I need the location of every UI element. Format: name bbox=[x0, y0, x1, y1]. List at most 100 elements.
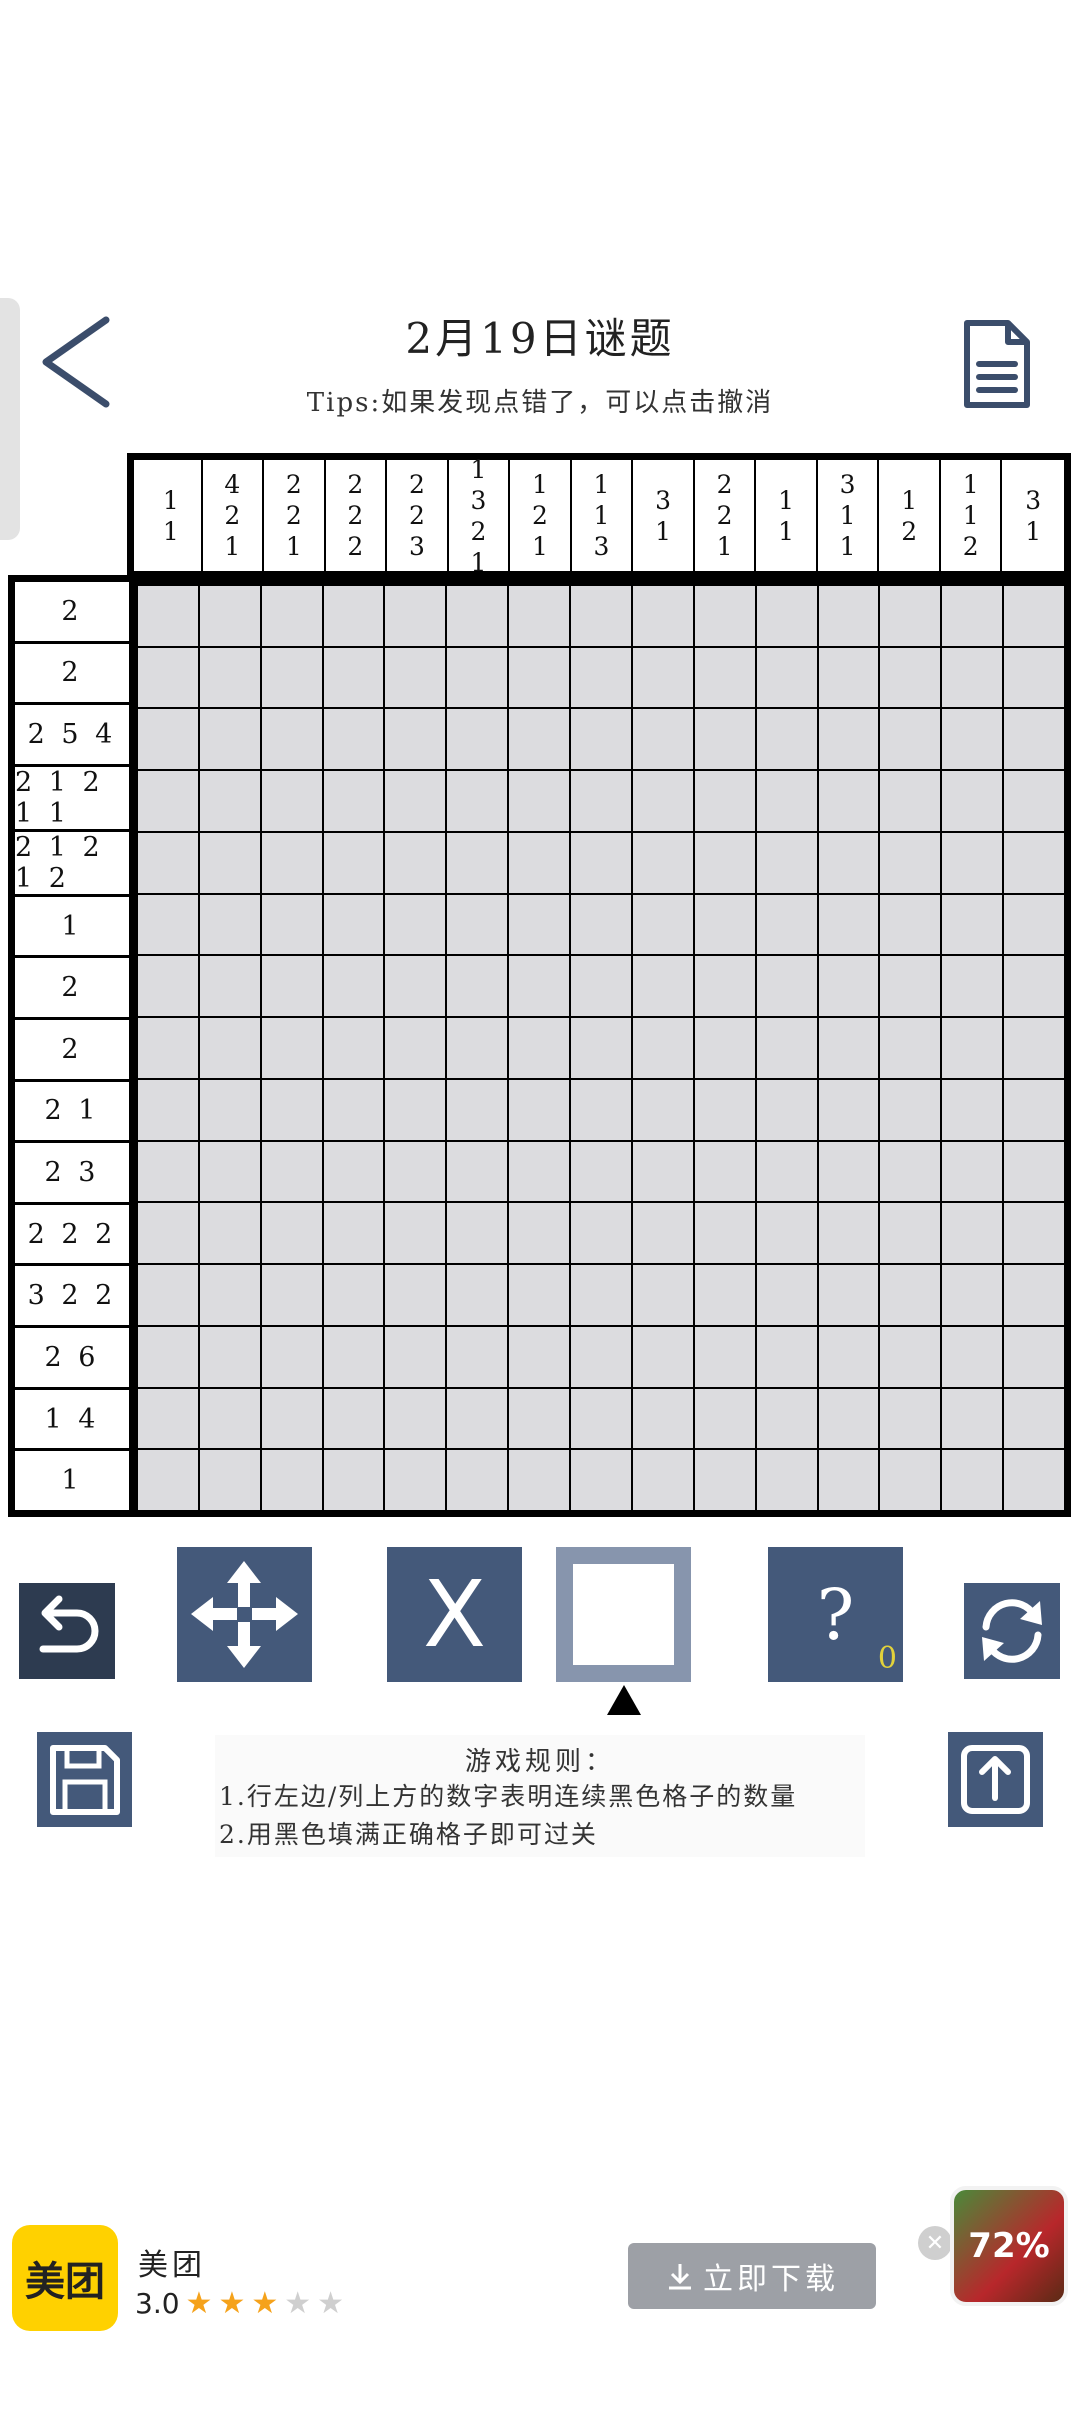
grid-cell[interactable] bbox=[385, 647, 446, 708]
grid-cell[interactable] bbox=[447, 1141, 508, 1202]
grid-cell[interactable] bbox=[199, 1141, 260, 1202]
grid-cell[interactable] bbox=[632, 647, 693, 708]
grid-cell[interactable] bbox=[447, 1326, 508, 1387]
grid-cell[interactable] bbox=[632, 1450, 693, 1510]
grid-cell[interactable] bbox=[261, 894, 322, 955]
grid-cell[interactable] bbox=[880, 832, 941, 893]
grid-cell[interactable] bbox=[199, 709, 260, 770]
grid-cell[interactable] bbox=[1004, 1388, 1064, 1449]
grid-cell[interactable] bbox=[261, 586, 322, 646]
hint-button[interactable]: ? 0 bbox=[768, 1547, 903, 1682]
grid-cell[interactable] bbox=[323, 586, 384, 646]
grid-cell[interactable] bbox=[942, 1388, 1003, 1449]
grid-cell[interactable] bbox=[447, 586, 508, 646]
grid-cell[interactable] bbox=[509, 1079, 570, 1140]
grid-cell[interactable] bbox=[138, 1203, 198, 1264]
grid-cell[interactable] bbox=[447, 709, 508, 770]
grid-cell[interactable] bbox=[509, 709, 570, 770]
grid-cell[interactable] bbox=[632, 1203, 693, 1264]
grid-cell[interactable] bbox=[509, 956, 570, 1017]
grid-cell[interactable] bbox=[509, 1018, 570, 1078]
grid-cell[interactable] bbox=[447, 1450, 508, 1510]
grid-cell[interactable] bbox=[261, 1326, 322, 1387]
grid-cell[interactable] bbox=[571, 956, 631, 1017]
grid-cell[interactable] bbox=[199, 894, 260, 955]
grid-cell[interactable] bbox=[323, 1326, 384, 1387]
cross-mark-button[interactable]: X bbox=[387, 1547, 522, 1682]
grid-cell[interactable] bbox=[1004, 1079, 1064, 1140]
grid-cell[interactable] bbox=[632, 771, 693, 831]
grid-cell[interactable] bbox=[1004, 1203, 1064, 1264]
grid-cell[interactable] bbox=[385, 586, 446, 646]
grid-cell[interactable] bbox=[942, 1450, 1003, 1510]
grid-cell[interactable] bbox=[199, 1018, 260, 1078]
grid-cell[interactable] bbox=[447, 1203, 508, 1264]
grid-cell[interactable] bbox=[571, 1388, 631, 1449]
grid-cell[interactable] bbox=[385, 1388, 446, 1449]
grid-cell[interactable] bbox=[942, 1141, 1003, 1202]
grid-cell[interactable] bbox=[756, 1203, 817, 1264]
grid-cell[interactable] bbox=[509, 894, 570, 955]
grid-cell[interactable] bbox=[880, 1265, 941, 1325]
grid-cell[interactable] bbox=[447, 647, 508, 708]
grid-cell[interactable] bbox=[323, 1018, 384, 1078]
grid-cell[interactable] bbox=[1004, 586, 1064, 646]
grid-cell[interactable] bbox=[138, 832, 198, 893]
grid-cell[interactable] bbox=[632, 1326, 693, 1387]
grid-cell[interactable] bbox=[199, 1079, 260, 1140]
grid-cell[interactable] bbox=[385, 1141, 446, 1202]
grid-cell[interactable] bbox=[694, 1079, 755, 1140]
grid-cell[interactable] bbox=[632, 894, 693, 955]
grid-cell[interactable] bbox=[509, 1450, 570, 1510]
grid-cell[interactable] bbox=[942, 1079, 1003, 1140]
grid-cell[interactable] bbox=[756, 1326, 817, 1387]
grid-cell[interactable] bbox=[323, 1265, 384, 1325]
grid-cell[interactable] bbox=[756, 1450, 817, 1510]
grid-cell[interactable] bbox=[323, 956, 384, 1017]
grid-cell[interactable] bbox=[818, 647, 879, 708]
grid-cell[interactable] bbox=[694, 1450, 755, 1510]
grid-cell[interactable] bbox=[942, 586, 1003, 646]
grid-cell[interactable] bbox=[199, 1450, 260, 1510]
grid-cell[interactable] bbox=[138, 1079, 198, 1140]
grid-cell[interactable] bbox=[447, 1388, 508, 1449]
share-button[interactable] bbox=[948, 1732, 1043, 1827]
save-button[interactable] bbox=[37, 1732, 132, 1827]
grid-cell[interactable] bbox=[571, 832, 631, 893]
grid-cell[interactable] bbox=[199, 771, 260, 831]
grid-cell[interactable] bbox=[199, 1326, 260, 1387]
grid-cell[interactable] bbox=[818, 1079, 879, 1140]
grid-cell[interactable] bbox=[385, 1450, 446, 1510]
grid-cell[interactable] bbox=[261, 1018, 322, 1078]
grid-cell[interactable] bbox=[261, 647, 322, 708]
grid-cell[interactable] bbox=[385, 832, 446, 893]
grid-cell[interactable] bbox=[880, 956, 941, 1017]
grid-cell[interactable] bbox=[694, 1326, 755, 1387]
grid-cell[interactable] bbox=[756, 771, 817, 831]
grid-cell[interactable] bbox=[694, 771, 755, 831]
grid-cell[interactable] bbox=[199, 1203, 260, 1264]
grid-cell[interactable] bbox=[509, 1326, 570, 1387]
grid-cell[interactable] bbox=[138, 647, 198, 708]
puzzle-grid[interactable] bbox=[136, 579, 1071, 1517]
grid-cell[interactable] bbox=[694, 586, 755, 646]
grid-cell[interactable] bbox=[323, 709, 384, 770]
grid-cell[interactable] bbox=[942, 832, 1003, 893]
grid-cell[interactable] bbox=[694, 894, 755, 955]
grid-cell[interactable] bbox=[261, 1265, 322, 1325]
grid-cell[interactable] bbox=[756, 1388, 817, 1449]
grid-cell[interactable] bbox=[756, 956, 817, 1017]
grid-cell[interactable] bbox=[756, 586, 817, 646]
grid-cell[interactable] bbox=[632, 586, 693, 646]
grid-cell[interactable] bbox=[138, 1265, 198, 1325]
grid-cell[interactable] bbox=[138, 586, 198, 646]
grid-cell[interactable] bbox=[942, 1326, 1003, 1387]
grid-cell[interactable] bbox=[138, 894, 198, 955]
grid-cell[interactable] bbox=[509, 1265, 570, 1325]
grid-cell[interactable] bbox=[323, 894, 384, 955]
grid-cell[interactable] bbox=[447, 1018, 508, 1078]
grid-cell[interactable] bbox=[818, 709, 879, 770]
grid-cell[interactable] bbox=[571, 647, 631, 708]
grid-cell[interactable] bbox=[571, 586, 631, 646]
grid-cell[interactable] bbox=[818, 586, 879, 646]
